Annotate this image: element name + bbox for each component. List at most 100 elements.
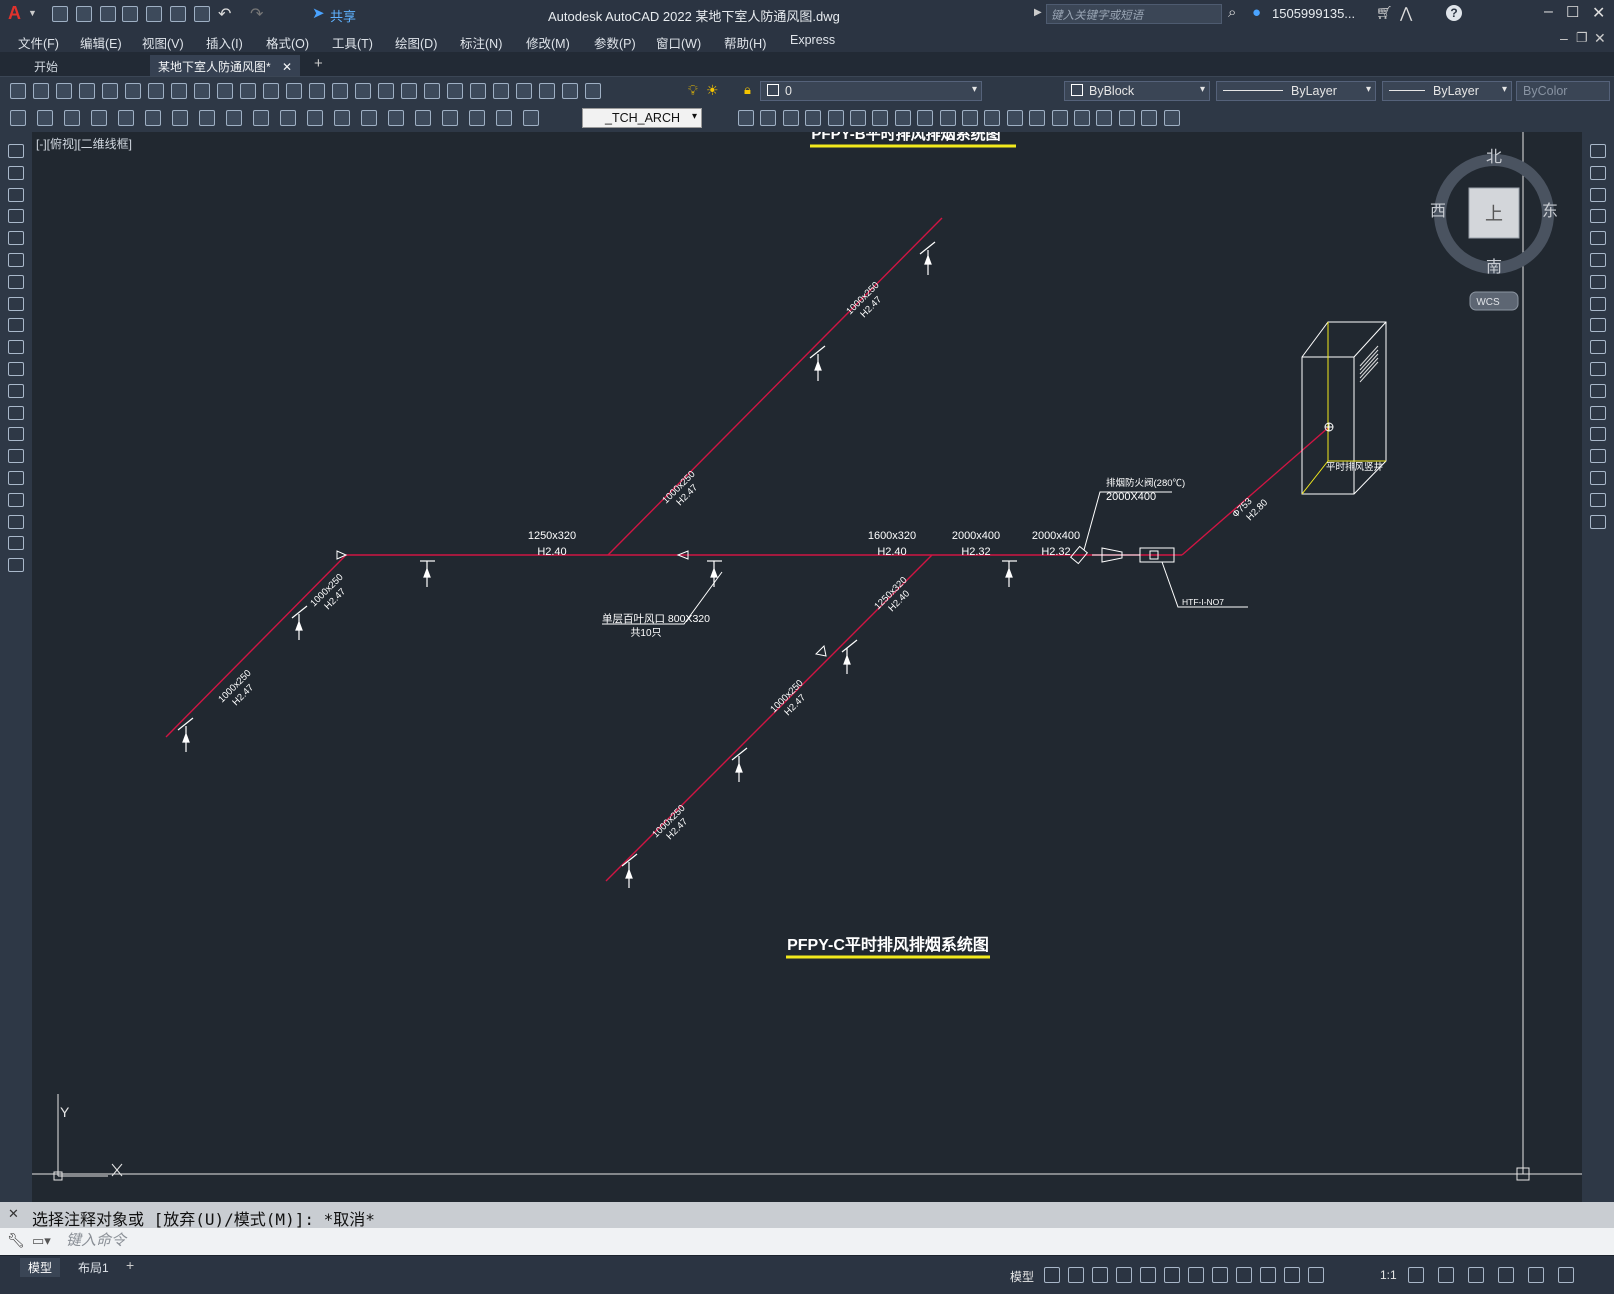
isolate-objects-icon[interactable] (1468, 1267, 1484, 1283)
pan-icon[interactable] (332, 83, 348, 99)
cut-icon[interactable] (171, 83, 187, 99)
open-icon[interactable] (33, 83, 49, 99)
minimize-icon[interactable]: – (1544, 3, 1553, 21)
search-icon[interactable]: ⌕ (1228, 4, 1236, 21)
circle-icon[interactable] (8, 274, 24, 289)
add-selected-icon[interactable] (8, 558, 24, 573)
dim-break-icon[interactable] (334, 110, 350, 126)
dim-arc-icon[interactable] (64, 110, 80, 126)
user-account[interactable]: 1505999135... (1272, 6, 1355, 21)
layer-on-icon[interactable]: 💡︎ (688, 82, 698, 99)
command-input[interactable]: 键入命令 (60, 1230, 1600, 1252)
image-icon[interactable] (1118, 110, 1135, 126)
dim-space-icon[interactable] (307, 110, 323, 126)
tab-layout1[interactable]: 布局1 (70, 1258, 117, 1277)
auto-scale-icon[interactable] (1308, 1267, 1324, 1283)
layer-lock-icon[interactable]: 🔒︎ (744, 82, 751, 98)
layer-lock2-icon[interactable] (894, 110, 911, 126)
object-snap-icon[interactable] (1188, 1267, 1204, 1283)
dim-linear-icon[interactable] (10, 110, 26, 126)
clean-screen-icon[interactable] (1528, 1267, 1544, 1283)
inspect-icon[interactable] (415, 110, 431, 126)
make-block-icon[interactable] (8, 405, 24, 420)
polar-icon[interactable] (1116, 1267, 1132, 1283)
construction-line-icon[interactable] (8, 165, 24, 180)
save-web-icon[interactable] (170, 6, 186, 22)
erase-icon[interactable] (1590, 144, 1606, 158)
drawing-canvas[interactable]: [-][俯视][二维线框] PFPY-B平时排风排烟系统图 1250x320 H… (32, 132, 1582, 1202)
color-dropdown[interactable]: ByBlock ▾ (1064, 81, 1210, 101)
dim-jogged-icon[interactable] (145, 110, 161, 126)
copy-to-layer-icon[interactable] (1029, 110, 1046, 126)
annotation-visibility-icon[interactable] (1284, 1267, 1300, 1283)
xref-icon[interactable] (1096, 110, 1113, 126)
hardware-accel-icon[interactable] (1498, 1267, 1514, 1283)
copy-object-icon[interactable] (1590, 165, 1606, 180)
menu-parametric[interactable]: 参数(P) (594, 33, 636, 52)
revcloud-icon[interactable] (8, 296, 24, 311)
move-icon[interactable] (1590, 253, 1606, 267)
copy-icon[interactable] (194, 83, 210, 99)
zoom-window-icon[interactable] (378, 83, 394, 99)
polyline-icon[interactable] (8, 187, 24, 202)
doc-restore-icon[interactable]: ❐ (1576, 30, 1588, 46)
share-button[interactable]: 共享 (330, 6, 356, 25)
save-as-icon[interactable] (122, 6, 138, 22)
mirror-icon[interactable] (1590, 187, 1606, 202)
line-icon[interactable] (8, 144, 24, 158)
layer-previous-icon[interactable] (782, 110, 799, 126)
blend-icon[interactable] (1590, 492, 1606, 507)
layer-state-icon[interactable] (738, 110, 754, 126)
autodesk-apps-icon[interactable]: ⋀ (1400, 4, 1412, 22)
layer-delete-icon[interactable] (984, 110, 1001, 126)
zoom-realtime-icon[interactable] (355, 83, 371, 99)
ellipse-arc-icon[interactable] (8, 362, 24, 376)
scale-icon[interactable] (1590, 296, 1606, 311)
menu-window[interactable]: 窗口(W) (656, 33, 701, 52)
annotation-scale[interactable]: 1:1 (1380, 1268, 1397, 1282)
search-expand-icon[interactable]: ▶ (1034, 7, 1042, 18)
spline-icon[interactable] (8, 318, 24, 333)
object-snap-tracking-icon[interactable] (1164, 1267, 1180, 1283)
layer-freeze-vp-icon[interactable] (872, 110, 889, 126)
menu-view[interactable]: 视图(V) (142, 33, 184, 52)
snap-icon[interactable] (1068, 1267, 1084, 1283)
dim-diameter-icon[interactable] (172, 110, 188, 126)
join-icon[interactable] (1590, 427, 1606, 442)
cart-icon[interactable]: 🛒︎ (1376, 5, 1393, 21)
user-icon[interactable]: ● (1252, 4, 1261, 21)
app-menu-dropdown-icon[interactable]: ▼ (28, 8, 37, 18)
dim-ordinate-icon[interactable] (91, 110, 107, 126)
selection-cycling-icon[interactable] (1260, 1267, 1276, 1283)
stretch-icon[interactable] (1590, 318, 1606, 333)
change-layer-icon[interactable] (1006, 110, 1023, 126)
lineweight-dropdown[interactable]: ByLayer ▾ (1382, 81, 1512, 101)
recent-commands-icon[interactable]: ▭▾ (32, 1233, 51, 1249)
close-icon[interactable]: ✕ (1592, 3, 1605, 23)
dim-text-edit-icon[interactable] (496, 110, 512, 126)
layer-isolate-icon[interactable] (805, 110, 822, 126)
workspace-gear-icon[interactable] (1408, 1267, 1424, 1283)
doc-close-icon[interactable]: ✕ (1594, 30, 1606, 47)
block-editor-icon[interactable] (1051, 110, 1068, 126)
menu-edit[interactable]: 编辑(E) (80, 33, 122, 52)
menu-insert[interactable]: 插入(I) (206, 33, 243, 52)
frame-icon[interactable] (1163, 110, 1180, 126)
rectangle-icon[interactable] (8, 231, 24, 246)
menu-format[interactable]: 格式(O) (266, 33, 309, 52)
menu-help[interactable]: 帮助(H) (724, 33, 766, 52)
layer-off-icon[interactable] (850, 110, 866, 126)
dim-aligned-icon[interactable] (37, 110, 53, 126)
ortho-icon[interactable] (1092, 1267, 1108, 1283)
trim-icon[interactable] (1590, 340, 1606, 355)
print-icon[interactable] (79, 83, 95, 99)
match-icon[interactable] (240, 83, 256, 99)
layer-merge-icon[interactable] (962, 110, 978, 126)
help-icon[interactable] (562, 83, 578, 99)
table-icon[interactable] (8, 514, 24, 529)
sheet-set-icon[interactable] (493, 83, 509, 99)
dim-radius-icon[interactable] (118, 110, 134, 126)
insert-block-icon[interactable] (8, 383, 24, 398)
web-icon[interactable] (148, 83, 164, 99)
menu-express[interactable]: Express (790, 33, 835, 47)
